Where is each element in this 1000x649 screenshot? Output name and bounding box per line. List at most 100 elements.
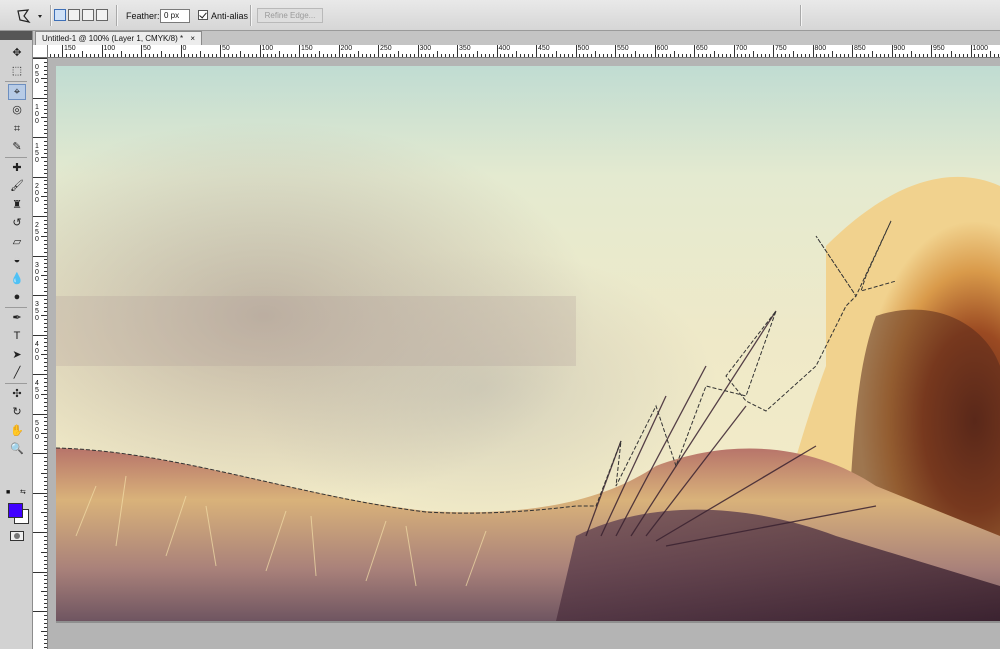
eyedropper-tool-icon[interactable]: ✎ — [8, 140, 26, 156]
swap-colors-icon[interactable]: ⇆ — [20, 488, 26, 496]
ruler-tick — [283, 54, 285, 57]
ruler-tick — [33, 413, 47, 415]
ruler-tick — [299, 45, 300, 57]
ruler-tick — [642, 54, 644, 57]
ruler-tick — [44, 306, 47, 308]
3d-rotate-tool-icon[interactable]: ✣ — [8, 386, 26, 402]
ruler-tick — [105, 54, 107, 57]
new-selection-button[interactable] — [54, 9, 66, 21]
ruler-tick — [69, 54, 71, 57]
ruler-tick — [188, 54, 190, 57]
3d-orbit-tool-icon[interactable]: ↻ — [8, 405, 26, 421]
ruler-tick — [358, 51, 360, 57]
pen-tool-icon[interactable]: ✒ — [8, 310, 26, 326]
document-tab[interactable]: Untitled-1 @ 100% (Layer 1, CMYK/8) * × — [35, 31, 202, 45]
ruler-tick — [654, 45, 656, 57]
move-tool-icon[interactable]: ✥ — [8, 45, 26, 61]
ruler-tick — [903, 54, 905, 57]
ruler-tick — [287, 54, 289, 57]
intersect-selection-button[interactable] — [96, 9, 108, 21]
polygonal-lasso-tool-icon[interactable]: ⌖ — [8, 84, 26, 100]
ruler-tick — [141, 45, 142, 57]
quick-mask-button[interactable] — [10, 531, 24, 541]
ruler-tick — [44, 555, 47, 557]
line-tool-icon[interactable]: ╱ — [8, 366, 26, 382]
tool-preset-picker[interactable] — [14, 7, 48, 25]
ruler-tick-label: 0 — [35, 78, 39, 85]
ruler-tick — [33, 571, 47, 573]
ruler-tick — [44, 389, 47, 391]
ruler-tick — [354, 54, 356, 57]
ruler-tick — [899, 54, 901, 57]
ruler-tick — [334, 54, 336, 57]
ruler-tick — [44, 397, 47, 399]
ruler-tick — [44, 101, 47, 103]
ruler-tick — [212, 54, 214, 57]
ruler-tick — [346, 54, 348, 57]
ruler-tick-label: 0 — [35, 236, 39, 243]
ruler-tick — [800, 54, 802, 57]
dodge-tool-icon[interactable]: ● — [8, 290, 26, 306]
ruler-origin[interactable] — [33, 45, 48, 58]
ruler-tick-label: 0 — [35, 315, 39, 322]
foreground-color-swatch[interactable] — [8, 503, 23, 518]
vertical-ruler[interactable]: 050100150200250300350400450500 — [33, 58, 48, 649]
marquee-tool-icon[interactable]: ⬚ — [8, 64, 26, 80]
history-brush-tool-icon[interactable]: ↺ — [8, 216, 26, 232]
ruler-tick — [44, 579, 47, 581]
ruler-tick — [887, 54, 889, 57]
toolbox-grip[interactable] — [0, 31, 32, 40]
ruler-tick — [44, 298, 47, 300]
ruler-tick — [816, 54, 818, 57]
ruler-tick-label: 3 — [35, 301, 39, 308]
hand-tool-icon[interactable]: ✋ — [8, 423, 26, 439]
default-colors-icon[interactable]: ■ — [6, 489, 10, 496]
ruler-tick — [547, 54, 549, 57]
add-to-selection-button[interactable] — [68, 9, 80, 21]
ruler-tick — [788, 54, 790, 57]
ruler-tick — [117, 54, 119, 57]
ruler-tick — [295, 54, 297, 57]
ruler-tick-label: 100 — [261, 45, 274, 52]
clone-stamp-tool-icon[interactable]: ♜ — [8, 197, 26, 213]
blur-tool-icon[interactable]: 💧 — [8, 271, 26, 287]
ruler-tick — [634, 51, 636, 57]
quick-selection-tool-icon[interactable]: ◎ — [8, 103, 26, 119]
feather-input[interactable]: 0 px — [160, 9, 190, 23]
paint-bucket-tool-icon[interactable]: ◒ — [8, 253, 26, 269]
ruler-tick — [44, 267, 47, 269]
ruler-tick — [44, 626, 47, 628]
ruler-tick — [172, 54, 174, 57]
ruler-tick-label: 5 — [35, 387, 39, 394]
refine-edge-button[interactable]: Refine Edge... — [257, 8, 323, 23]
close-icon[interactable]: × — [190, 34, 195, 43]
ruler-tick — [966, 54, 968, 57]
path-selection-tool-icon[interactable]: ➤ — [8, 347, 26, 363]
eraser-tool-icon[interactable]: ▱ — [8, 234, 26, 250]
ruler-tick — [840, 54, 842, 57]
ruler-tick — [44, 322, 47, 324]
zoom-tool-icon[interactable]: 🔍 — [8, 442, 26, 458]
toolbox-panel: ✥ ⬚ ⌖ ◎ ⌗ ✎ ✚ 🖌 ♜ ↺ ▱ ◒ 💧 ● ✒ T ➤ ╱ ✣ ↻ ✋ 🔍 ■ ⇆ — [0, 31, 33, 649]
anti-alias-checkbox[interactable] — [198, 10, 208, 20]
ruler-tick — [662, 54, 664, 57]
ruler-tick — [255, 54, 257, 57]
ruler-tick-label: 500 — [577, 45, 590, 52]
crop-tool-icon[interactable]: ⌗ — [8, 121, 26, 137]
ruler-tick — [583, 54, 585, 57]
ruler-tick — [401, 54, 403, 57]
document-canvas[interactable] — [56, 66, 1000, 621]
horizontal-ruler[interactable]: 150 100 50 0 50 100 150 200 250 300 350 400 450 500 55… — [48, 45, 1000, 58]
ruler-tick — [611, 54, 613, 57]
brush-tool-icon[interactable]: 🖌 — [8, 179, 26, 195]
subtract-from-selection-button[interactable] — [82, 9, 94, 21]
ruler-tick — [44, 271, 47, 273]
ruler-tick — [44, 425, 47, 427]
ruler-tick — [44, 121, 47, 123]
ruler-tick — [44, 409, 47, 411]
ruler-tick — [44, 243, 47, 245]
healing-brush-tool-icon[interactable]: ✚ — [8, 160, 26, 176]
type-tool-icon[interactable]: T — [8, 329, 26, 345]
ruler-tick — [44, 184, 47, 186]
ruler-tick — [44, 476, 47, 478]
